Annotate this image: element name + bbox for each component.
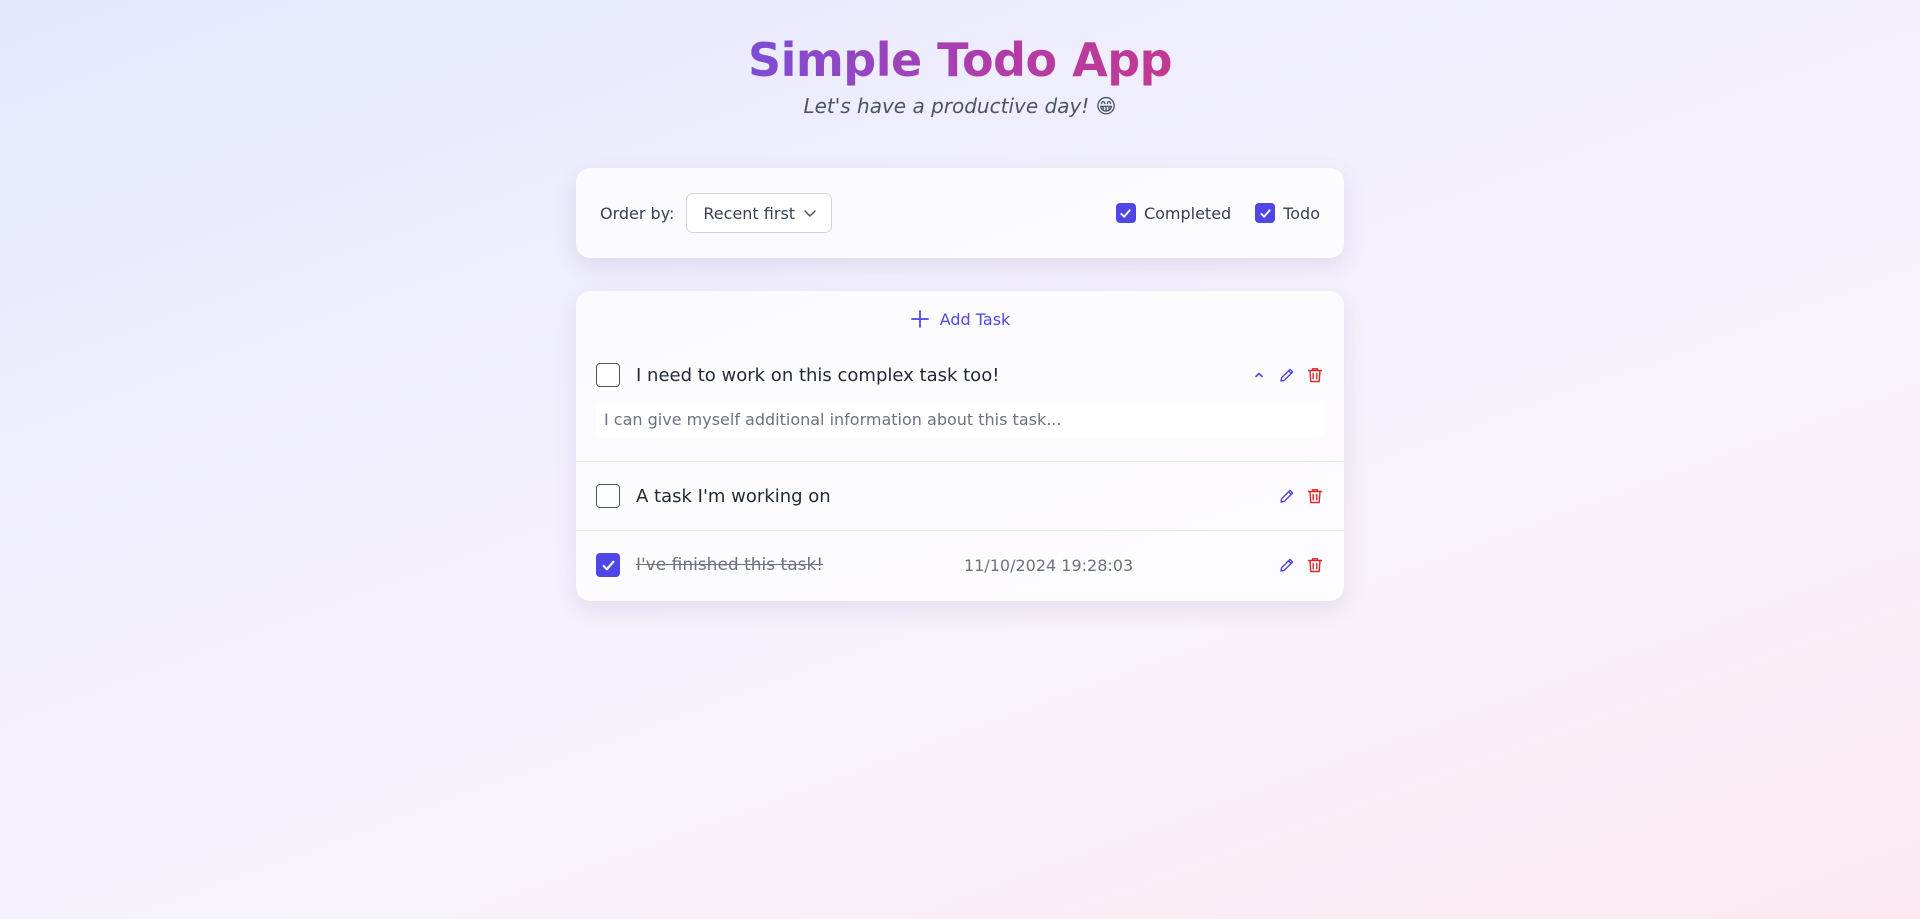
edit-button[interactable] xyxy=(1278,487,1296,505)
check-icon xyxy=(1120,208,1132,218)
edit-button[interactable] xyxy=(1278,366,1296,384)
task-title: I need to work on this complex task too! xyxy=(636,364,1000,386)
page-subtitle: Let's have a productive day! 😁 xyxy=(803,94,1117,118)
delete-button[interactable] xyxy=(1306,366,1324,384)
page-header: Simple Todo App Let's have a productive … xyxy=(0,28,1920,118)
delete-button[interactable] xyxy=(1306,556,1324,574)
pencil-icon xyxy=(1280,489,1294,503)
filter-completed-checkbox[interactable] xyxy=(1115,203,1136,223)
trash-icon xyxy=(1307,489,1323,504)
order-by-label: Order by: xyxy=(600,203,675,223)
add-task-button[interactable]: Add Task xyxy=(576,291,1344,347)
pencil-icon xyxy=(1280,558,1294,572)
delete-button[interactable] xyxy=(1306,487,1324,505)
filter-completed[interactable]: Completed xyxy=(1115,203,1232,223)
task-item: I've finished this task! 11/10/2024 19:2… xyxy=(576,531,1344,599)
add-task-label: Add Task xyxy=(939,309,1011,329)
trash-icon xyxy=(1307,558,1323,573)
task-description-input[interactable]: I can give myself additional information… xyxy=(596,401,1324,437)
trash-icon xyxy=(1307,368,1323,383)
controls-panel: Order by: Recent first Completed Todo xyxy=(576,168,1344,258)
filter-completed-label: Completed xyxy=(1143,203,1232,223)
filter-todo-label: Todo xyxy=(1283,203,1320,223)
task-list-panel: Add Task I need to work on this complex … xyxy=(576,291,1344,601)
filter-todo[interactable]: Todo xyxy=(1255,203,1320,223)
chevron-up-icon xyxy=(1255,372,1263,378)
task-item: A task I'm working on xyxy=(576,462,1344,530)
filter-todo-checkbox[interactable] xyxy=(1255,203,1276,223)
order-by-select[interactable]: Recent first xyxy=(686,193,833,233)
task-checkbox[interactable] xyxy=(596,553,620,577)
chevron-down-icon xyxy=(804,210,816,217)
task-checkbox[interactable] xyxy=(596,363,620,387)
task-checkbox[interactable] xyxy=(596,484,620,508)
page-title: Simple Todo App xyxy=(748,28,1173,92)
pencil-icon xyxy=(1280,368,1294,382)
task-item: I need to work on this complex task too!… xyxy=(576,347,1344,461)
task-title: A task I'm working on xyxy=(636,485,831,507)
task-completed-time: 11/10/2024 19:28:03 xyxy=(964,555,1134,575)
check-icon xyxy=(602,560,614,570)
collapse-button[interactable] xyxy=(1250,366,1268,384)
task-title: I've finished this task! xyxy=(636,555,824,575)
check-icon xyxy=(1260,208,1271,218)
order-by-value: Recent first xyxy=(703,203,796,223)
edit-button[interactable] xyxy=(1278,556,1296,574)
plus-icon xyxy=(910,310,929,328)
